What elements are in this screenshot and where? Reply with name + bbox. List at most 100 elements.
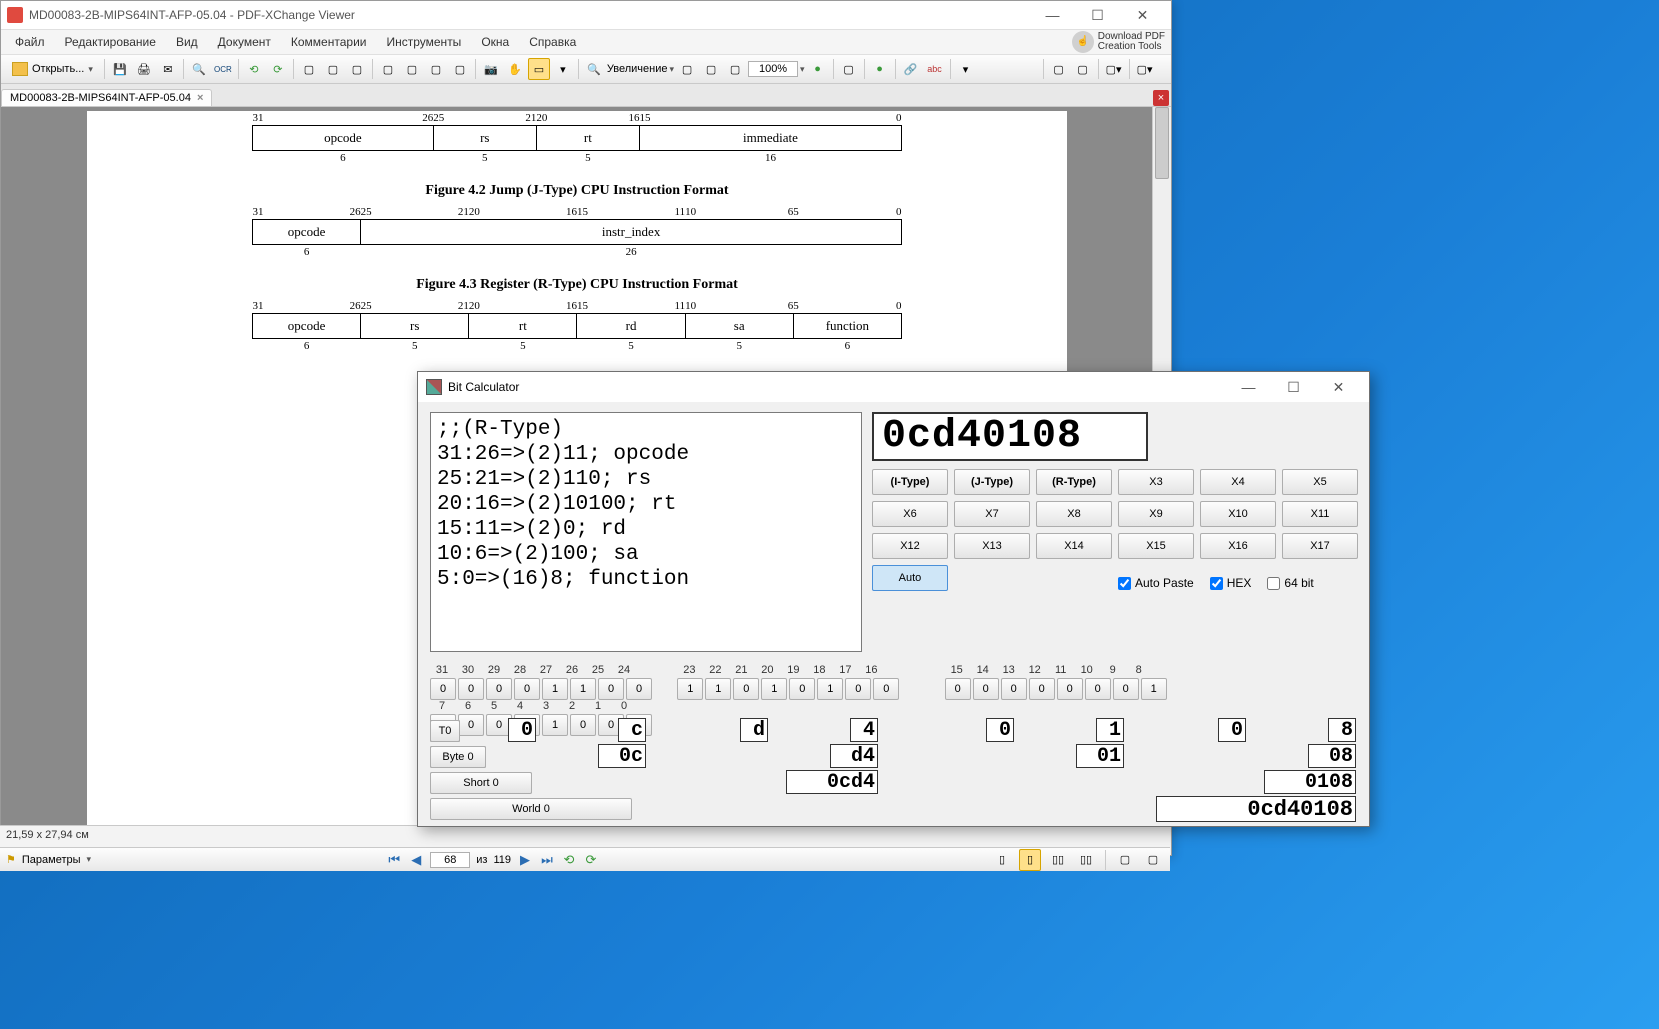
hex-checkbox[interactable]: HEX (1210, 576, 1252, 590)
snapshot-icon[interactable]: 📷 (480, 58, 502, 80)
layout-single-icon[interactable]: ▯ (991, 849, 1013, 871)
tool-icon[interactable]: ▢ (1072, 58, 1094, 80)
redo-icon[interactable]: ⟳ (267, 58, 289, 80)
layout-facing-cont-icon[interactable]: ▯▯ (1075, 849, 1097, 871)
search-icon[interactable]: 🔍 (188, 58, 210, 80)
auto-button[interactable]: Auto (872, 565, 948, 591)
menu-help[interactable]: Справка (521, 33, 584, 51)
bit-toggle[interactable]: 0 (789, 678, 815, 700)
menu-tools[interactable]: Инструменты (378, 33, 469, 51)
last-page-icon[interactable]: ⏭ (539, 852, 555, 868)
print-icon[interactable]: 🖨 (133, 58, 155, 80)
rtype-button[interactable]: (R-Type) (1036, 469, 1112, 495)
bit-toggle[interactable]: 1 (542, 714, 568, 736)
tool-icon[interactable]: ▢▾ (1134, 58, 1156, 80)
bit-toggle[interactable]: 1 (570, 678, 596, 700)
bit-toggle[interactable]: 1 (817, 678, 843, 700)
bit-toggle[interactable]: 0 (845, 678, 871, 700)
open-button[interactable]: Открыть...▾ (5, 60, 100, 78)
tool-icon[interactable]: ▢ (298, 58, 320, 80)
bit-toggle[interactable]: 0 (1113, 678, 1139, 700)
scrollbar-thumb[interactable] (1155, 107, 1169, 179)
tool-icon[interactable]: ▢ (1142, 849, 1164, 871)
maximize-button[interactable]: ☐ (1271, 373, 1316, 401)
tool-icon[interactable]: ▢ (425, 58, 447, 80)
close-all-tabs-icon[interactable]: × (1153, 90, 1169, 106)
bit-toggle[interactable]: 0 (873, 678, 899, 700)
layout-continuous-icon[interactable]: ▯ (1019, 849, 1041, 871)
x13-button[interactable]: X13 (954, 533, 1030, 559)
tool-icon[interactable]: ▢ (322, 58, 344, 80)
hand-icon[interactable]: ✋ (504, 58, 526, 80)
bit-toggle[interactable]: 0 (486, 678, 512, 700)
next-page-icon[interactable]: ▶ (517, 852, 533, 868)
save-icon[interactable]: 💾 (109, 58, 131, 80)
prev-page-icon[interactable]: ◀ (408, 852, 424, 868)
x4-button[interactable]: X4 (1200, 469, 1276, 495)
zoom-icon[interactable]: 🔍 (583, 58, 605, 80)
64bit-checkbox[interactable]: 64 bit (1267, 576, 1313, 590)
menu-comments[interactable]: Комментарии (283, 33, 375, 51)
bit-toggle[interactable]: 0 (945, 678, 971, 700)
zoom-out-icon[interactable]: ● (807, 58, 829, 80)
x9-button[interactable]: X9 (1118, 501, 1194, 527)
x3-button[interactable]: X3 (1118, 469, 1194, 495)
menu-view[interactable]: Вид (168, 33, 206, 51)
x14-button[interactable]: X14 (1036, 533, 1112, 559)
parameters-button[interactable]: Параметры (22, 854, 81, 866)
x10-button[interactable]: X10 (1200, 501, 1276, 527)
bit-toggle[interactable]: 0 (1057, 678, 1083, 700)
first-page-icon[interactable]: ⏮ (386, 852, 402, 868)
tool-icon[interactable]: ▢ (449, 58, 471, 80)
zoom-value[interactable]: 100% (748, 61, 798, 77)
x12-button[interactable]: X12 (872, 533, 948, 559)
bit-toggle[interactable]: 0 (1029, 678, 1055, 700)
tool-icon[interactable]: ▢ (346, 58, 368, 80)
tool-icon[interactable]: ▢ (1048, 58, 1070, 80)
select-tool-icon[interactable]: ▭ (528, 58, 550, 80)
fit-page-icon[interactable]: ▢ (676, 58, 698, 80)
bit-toggle[interactable]: 0 (514, 678, 540, 700)
download-pdf-tools-button[interactable]: ☝ Download PDFCreation Tools (1072, 31, 1165, 53)
bit-toggle[interactable]: 1 (1141, 678, 1167, 700)
nav-forward-icon[interactable]: ⟳ (583, 852, 599, 868)
x17-button[interactable]: X17 (1282, 533, 1358, 559)
ocr-icon[interactable]: OCR (212, 58, 234, 80)
document-tab[interactable]: MD00083-2B-MIPS64INT-AFP-05.04× (1, 89, 212, 106)
hex-input[interactable] (1210, 577, 1223, 590)
bit-toggle[interactable]: 0 (598, 678, 624, 700)
autopaste-input[interactable] (1118, 577, 1131, 590)
bit-toggle[interactable]: 1 (761, 678, 787, 700)
tool-icon[interactable]: ▢ (1114, 849, 1136, 871)
tool-icon[interactable]: ● (869, 58, 891, 80)
menu-file[interactable]: Файл (7, 33, 53, 51)
bit-toggle[interactable]: 0 (458, 678, 484, 700)
autopaste-checkbox[interactable]: Auto Paste (1118, 576, 1194, 590)
bit-toggle[interactable]: 0 (458, 714, 484, 736)
t0-button[interactable]: T0 (430, 720, 460, 742)
tool-icon[interactable]: ▢ (838, 58, 860, 80)
menu-edit[interactable]: Редактирование (57, 33, 164, 51)
x8-button[interactable]: X8 (1036, 501, 1112, 527)
tab-close-icon[interactable]: × (197, 92, 203, 104)
page-number-input[interactable]: 68 (430, 852, 470, 868)
x11-button[interactable]: X11 (1282, 501, 1358, 527)
menu-document[interactable]: Документ (210, 33, 279, 51)
bit-toggle[interactable]: 0 (570, 714, 596, 736)
mail-icon[interactable]: ✉ (157, 58, 179, 80)
bit-toggle[interactable]: 1 (542, 678, 568, 700)
maximize-button[interactable]: ☐ (1075, 1, 1120, 29)
x6-button[interactable]: X6 (872, 501, 948, 527)
code-input[interactable]: ;;(R-Type) 31:26=>(2)11; opcode 25:21=>(… (430, 412, 862, 652)
64bit-input[interactable] (1267, 577, 1280, 590)
bit-toggle[interactable]: 1 (677, 678, 703, 700)
bit-toggle[interactable]: 0 (973, 678, 999, 700)
x5-button[interactable]: X5 (1282, 469, 1358, 495)
x15-button[interactable]: X15 (1118, 533, 1194, 559)
undo-icon[interactable]: ⟲ (243, 58, 265, 80)
bit-toggle[interactable]: 0 (430, 678, 456, 700)
abc-icon[interactable]: abc (924, 58, 946, 80)
tool-icon[interactable]: ▢ (377, 58, 399, 80)
bit-toggle[interactable]: 0 (1085, 678, 1111, 700)
x7-button[interactable]: X7 (954, 501, 1030, 527)
